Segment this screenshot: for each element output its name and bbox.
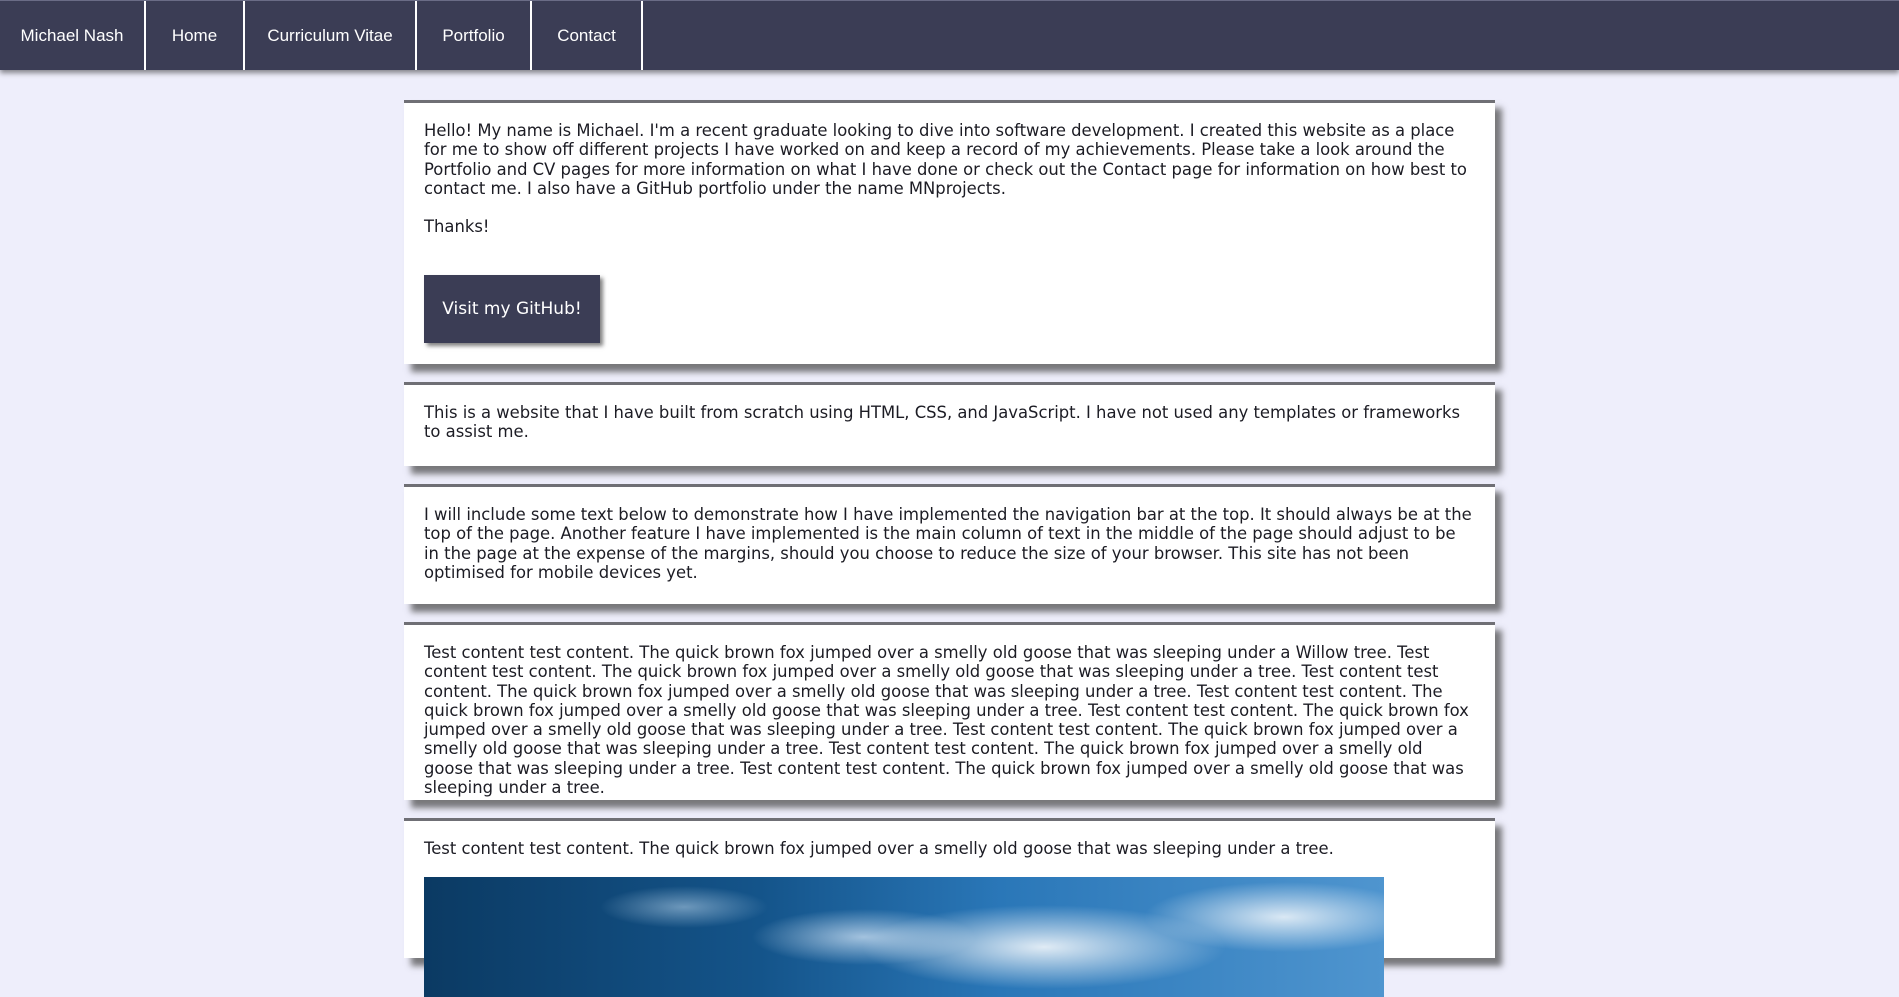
image-panel-text: Test content test content. The quick bro… bbox=[424, 839, 1334, 858]
nav-brand-link[interactable]: Michael Nash bbox=[0, 1, 146, 70]
about-site-panel: This is a website that I have built from… bbox=[404, 382, 1495, 466]
test-content-text: Test content test content. The quick bro… bbox=[424, 643, 1469, 798]
test-content-panel: Test content test content. The quick bro… bbox=[404, 622, 1495, 800]
nav-item-portfolio[interactable]: Portfolio bbox=[417, 1, 532, 70]
navigation-note-text: I will include some text below to demons… bbox=[424, 505, 1472, 582]
about-site-text: This is a website that I have built from… bbox=[424, 403, 1461, 442]
image-panel: Test content test content. The quick bro… bbox=[404, 818, 1495, 997]
intro-panel: Hello! My name is Michael. I'm a recent … bbox=[404, 100, 1495, 364]
top-navigation-bar: Michael Nash Home Curriculum Vitae Portf… bbox=[0, 0, 1899, 70]
intro-paragraph: Hello! My name is Michael. I'm a recent … bbox=[424, 121, 1467, 198]
sky-photo bbox=[424, 877, 1384, 997]
nav-item-curriculum-vitae[interactable]: Curriculum Vitae bbox=[245, 1, 417, 70]
visit-github-button[interactable]: Visit my GitHub! bbox=[424, 275, 600, 344]
thanks-paragraph: Thanks! bbox=[424, 217, 490, 237]
navigation-note-panel: I will include some text below to demons… bbox=[404, 484, 1495, 604]
nav-item-home[interactable]: Home bbox=[146, 1, 245, 70]
nav-item-contact[interactable]: Contact bbox=[532, 1, 643, 70]
main-content-column: Hello! My name is Michael. I'm a recent … bbox=[404, 100, 1495, 997]
